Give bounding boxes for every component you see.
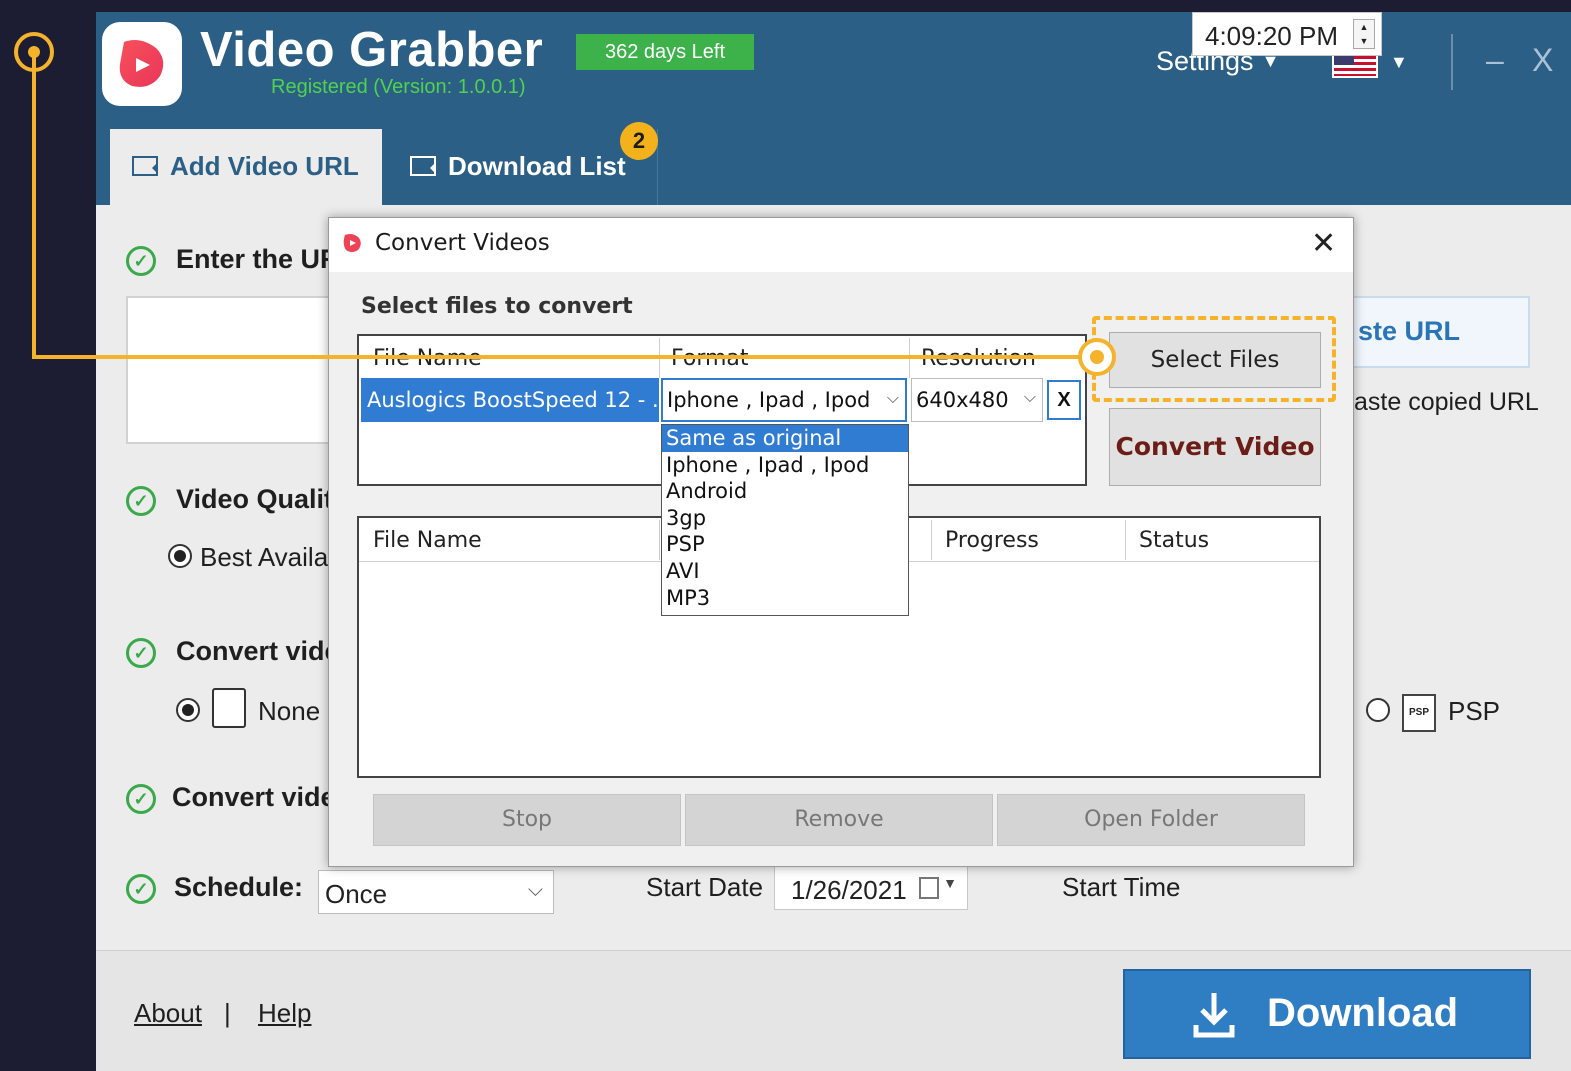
video-quality-label: Video Qualit bbox=[176, 484, 334, 514]
column-divider bbox=[659, 520, 660, 560]
stop-button[interactable]: Stop bbox=[373, 794, 681, 846]
table-row[interactable]: Auslogics BoostSpeed 12 - ... bbox=[361, 378, 672, 422]
convert-none-radio[interactable] bbox=[176, 698, 200, 722]
callout-highlight-box bbox=[1092, 316, 1336, 402]
callout-marker-icon bbox=[1078, 338, 1116, 376]
registration-status: Registered (Version: 1.0.0.1) bbox=[271, 76, 526, 98]
check-circle-icon: ✓ bbox=[126, 246, 156, 276]
format-select[interactable]: Iphone , Ipad , Ipod ⌵ bbox=[661, 378, 907, 422]
url-input[interactable] bbox=[126, 296, 336, 444]
schedule-label: Schedule: bbox=[174, 872, 304, 902]
start-time-label: Start Time bbox=[1062, 872, 1181, 902]
format-value: Iphone , Ipad , Ipod bbox=[667, 388, 871, 412]
dialog-title: Convert Videos bbox=[375, 230, 550, 256]
resolution-select[interactable]: 640x480 ⌵ bbox=[911, 378, 1043, 422]
app-logo-icon bbox=[343, 234, 361, 252]
convert-video-label-2: Convert vide bbox=[172, 782, 336, 812]
callout-marker-icon bbox=[14, 32, 54, 72]
tab-download-list[interactable]: Download List bbox=[388, 129, 658, 205]
about-link[interactable]: About bbox=[134, 998, 202, 1029]
check-circle-icon: ✓ bbox=[126, 638, 156, 668]
tab-add-video-url[interactable]: Add Video URL bbox=[110, 129, 382, 205]
tab-label: Download List bbox=[448, 151, 626, 181]
app-logo-icon bbox=[102, 22, 182, 106]
schedule-select[interactable]: Once ⌵ bbox=[318, 870, 554, 914]
days-left-badge: 362 days Left bbox=[576, 34, 754, 70]
format-option[interactable]: Same as original bbox=[662, 425, 908, 452]
help-link[interactable]: Help bbox=[258, 998, 311, 1029]
column-divider bbox=[931, 520, 932, 560]
check-circle-icon: ✓ bbox=[126, 784, 156, 814]
format-dropdown-list[interactable]: Same as original Iphone , Ipad , Ipod An… bbox=[661, 424, 909, 616]
dialog-close-button[interactable]: ✕ bbox=[1311, 226, 1336, 261]
title-separator bbox=[1451, 34, 1453, 90]
chevron-down-icon: ⌵ bbox=[886, 388, 899, 407]
calendar-icon[interactable] bbox=[919, 877, 939, 899]
download-label: Download bbox=[1267, 991, 1459, 1035]
chevron-down-icon: ⌵ bbox=[1023, 387, 1036, 406]
convert-psp-radio[interactable] bbox=[1366, 698, 1390, 722]
minimize-button[interactable]: – bbox=[1486, 42, 1504, 79]
convert-video-label: Convert vide bbox=[176, 636, 340, 666]
video-file-icon bbox=[212, 688, 246, 728]
quality-radio[interactable] bbox=[168, 544, 192, 568]
check-circle-icon: ✓ bbox=[126, 874, 156, 904]
convert-none-label: None bbox=[258, 696, 321, 726]
callout-line bbox=[32, 355, 1098, 359]
download-count-badge: 2 bbox=[620, 122, 658, 160]
check-circle-icon: ✓ bbox=[126, 486, 156, 516]
paste-url-button[interactable]: ste URL bbox=[1350, 296, 1530, 368]
start-date-value: 1/26/2021 bbox=[791, 875, 907, 905]
remove-button[interactable]: Remove bbox=[685, 794, 993, 846]
select-files-heading: Select files to convert bbox=[361, 294, 633, 319]
footer-separator: | bbox=[224, 998, 231, 1028]
callout-line bbox=[32, 54, 36, 358]
tab-label: Add Video URL bbox=[170, 151, 359, 181]
video-download-icon bbox=[410, 156, 436, 176]
schedule-value: Once bbox=[325, 879, 388, 909]
format-option[interactable]: Android bbox=[662, 478, 908, 505]
format-option[interactable]: PSP bbox=[662, 531, 908, 558]
paste-hint: aste copied URL bbox=[1354, 388, 1539, 416]
spinner-icon[interactable]: ▲ ▼ bbox=[1353, 19, 1375, 49]
convert-videos-dialog: Convert Videos ✕ Select files to convert… bbox=[328, 217, 1354, 867]
start-time-field[interactable]: 4:09:20 PM ▲ ▼ bbox=[1192, 12, 1382, 56]
start-time-value: 4:09:20 PM bbox=[1205, 21, 1338, 51]
format-option[interactable]: AVI bbox=[662, 558, 908, 585]
download-icon bbox=[1193, 993, 1235, 1038]
download-button[interactable]: Download bbox=[1123, 969, 1531, 1059]
format-option[interactable]: MP3 bbox=[662, 585, 908, 612]
format-option[interactable]: Iphone , Ipad , Ipod bbox=[662, 452, 908, 479]
language-caret-icon[interactable]: ▼ bbox=[1390, 52, 1408, 73]
app-title: Video Grabber bbox=[200, 23, 544, 77]
psp-file-icon: PSP bbox=[1402, 694, 1436, 732]
close-button[interactable]: X bbox=[1532, 42, 1553, 79]
resolution-value: 640x480 bbox=[916, 388, 1009, 412]
format-option[interactable]: 3gp bbox=[662, 505, 908, 532]
column-header-progress: Progress bbox=[945, 528, 1039, 553]
dialog-title-bar: Convert Videos ✕ bbox=[329, 218, 1353, 272]
convert-video-button[interactable]: Convert Video bbox=[1109, 408, 1321, 486]
column-header-status: Status bbox=[1139, 528, 1210, 553]
start-date-field[interactable]: 1/26/2021 ▼ bbox=[774, 866, 968, 910]
start-date-label: Start Date bbox=[646, 872, 764, 902]
caret-down-icon[interactable]: ▼ bbox=[943, 875, 957, 891]
column-divider bbox=[1125, 520, 1126, 560]
chevron-down-icon: ⌵ bbox=[527, 879, 543, 901]
video-add-icon bbox=[132, 156, 158, 176]
convert-psp-label: PSP bbox=[1448, 696, 1501, 726]
quality-option-label: Best Availal bbox=[200, 542, 334, 572]
remove-row-button[interactable]: X bbox=[1047, 380, 1081, 420]
column-header-file-name: File Name bbox=[373, 528, 482, 553]
open-folder-button[interactable]: Open Folder bbox=[997, 794, 1305, 846]
enter-url-label: Enter the UR bbox=[176, 244, 340, 274]
